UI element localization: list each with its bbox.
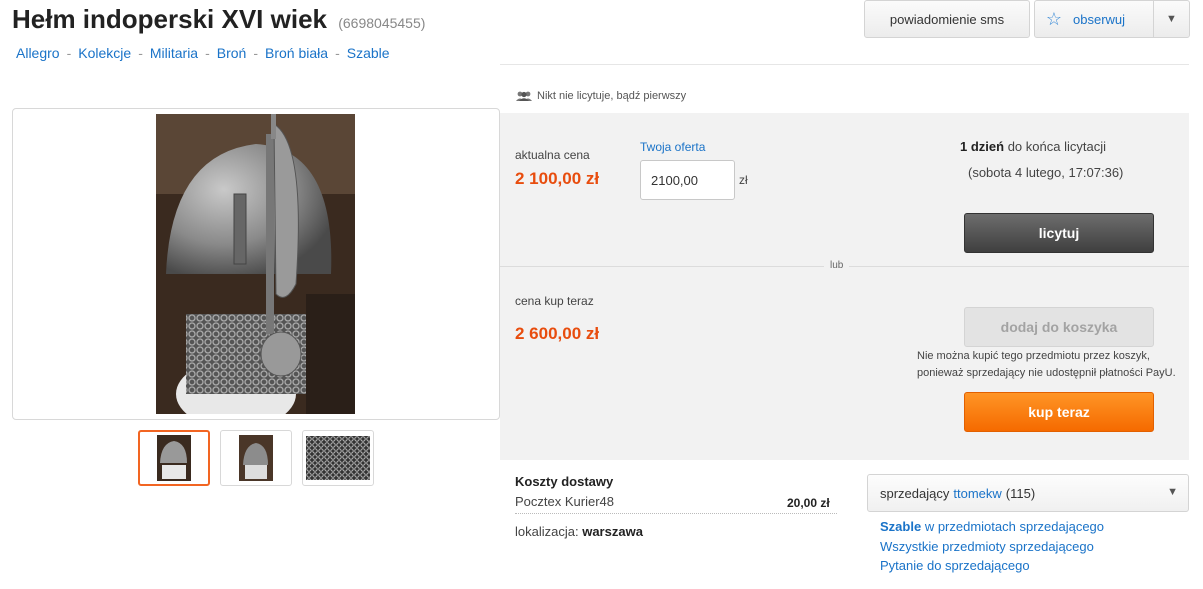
cart-note-line: ponieważ sprzedający nie udostępnił płat… xyxy=(917,367,1176,379)
seller-category-link[interactable]: Szable w przedmiotach sprzedającego xyxy=(880,519,1104,534)
seller-name-link[interactable]: ttomekw xyxy=(953,486,1001,501)
auction-end-date: (sobota 4 lutego, 17:07:36) xyxy=(968,165,1124,180)
add-to-cart-button[interactable]: dodaj do koszyka xyxy=(964,307,1154,347)
breadcrumb-item-militaria[interactable]: Militaria xyxy=(150,45,198,61)
time-left-value: 1 dzień xyxy=(960,139,1005,154)
breadcrumb-item-bron[interactable]: Broń xyxy=(217,45,247,61)
breadcrumb-item-szable[interactable]: Szable xyxy=(347,45,390,61)
breadcrumb: Allegro - Kolekcje - Militaria - Broń - Broń bia… xyxy=(16,45,390,61)
add-to-cart-label: dodaj do koszyka xyxy=(1000,319,1118,335)
thumbnail-image xyxy=(306,436,370,480)
or-separator: lub xyxy=(824,260,850,271)
delivery-title: Koszty dostawy xyxy=(515,474,614,489)
watch-button[interactable]: ☆ obserwuj ▼ xyxy=(1034,0,1190,38)
thumbnail-image xyxy=(157,435,191,481)
delivery-method: Pocztex Kurier48 xyxy=(515,494,614,509)
offer-title: Hełm indoperski XVI wiek xyxy=(12,4,327,34)
time-left: 1 dzień do końca licytacji xyxy=(960,139,1203,154)
page-title: Hełm indoperski XVI wiek (6698045455) xyxy=(12,4,425,35)
current-price-label: aktualna cena xyxy=(515,148,590,162)
seller-label: sprzedający xyxy=(880,485,950,501)
delivery-cost: 20,00 zł xyxy=(787,496,830,510)
divider xyxy=(500,64,1189,65)
ask-seller-link[interactable]: Pytanie do sprzedającego xyxy=(880,558,1030,573)
seller-dropdown[interactable]: sprzedający ttomekw (115) ▼ xyxy=(867,474,1189,512)
location-label: lokalizacja: xyxy=(515,524,579,539)
seller-rating: (115) xyxy=(1005,485,1036,501)
seller-category-text: w przedmiotach sprzedającego xyxy=(924,519,1105,534)
cart-unavailable-note: Nie można kupić tego przedmiotu przez ko… xyxy=(917,348,1176,382)
divider xyxy=(515,513,837,514)
buy-now-button[interactable]: kup teraz xyxy=(964,392,1154,432)
watch-label: obserwuj xyxy=(1073,11,1126,27)
breadcrumb-item-kolekcje[interactable]: Kolekcje xyxy=(78,45,131,61)
time-left-text: do końca licytacji xyxy=(1007,139,1106,154)
offer-id: (6698045455) xyxy=(338,15,426,31)
thumbnail-2[interactable] xyxy=(220,430,292,486)
no-bids-notice: Nikt nie licytuje, bądź pierwszy xyxy=(515,90,686,102)
seller-category-bold: Szable xyxy=(880,519,922,534)
currency-label: zł xyxy=(739,173,748,187)
bid-button[interactable]: licytuj xyxy=(964,213,1154,253)
star-icon: ☆ xyxy=(1045,8,1063,29)
thumbnail-3[interactable] xyxy=(302,430,374,486)
breadcrumb-item-allegro[interactable]: Allegro xyxy=(16,45,60,61)
seller-all-items-link[interactable]: Wszystkie przedmioty sprzedającego xyxy=(880,539,1094,554)
breadcrumb-item-bron-biala[interactable]: Broń biała xyxy=(265,45,328,61)
chevron-down-icon[interactable]: ▼ xyxy=(1153,1,1189,37)
sms-notification-button[interactable]: powiadomienie sms xyxy=(864,0,1030,38)
buy-now-label: kup teraz xyxy=(1028,404,1090,420)
bid-button-label: licytuj xyxy=(1038,225,1080,241)
cart-note-line: Nie można kupić tego przedmiotu przez ko… xyxy=(917,350,1150,362)
thumbnail-image xyxy=(239,435,273,481)
chevron-down-icon: ▼ xyxy=(1167,486,1178,498)
buy-now-price-label: cena kup teraz xyxy=(515,294,594,308)
buy-now-price: 2 600,00 zł xyxy=(515,324,600,343)
people-icon xyxy=(516,91,532,101)
sms-notification-label: powiadomienie sms xyxy=(889,11,1005,27)
current-price: 2 100,00 zł xyxy=(515,169,600,188)
main-product-image[interactable] xyxy=(156,114,355,414)
location-value: warszawa xyxy=(582,524,643,539)
location: lokalizacja: warszawa xyxy=(515,524,643,539)
no-bids-text: Nikt nie licytuje, bądź pierwszy xyxy=(537,90,687,102)
thumbnail-1[interactable] xyxy=(138,430,210,486)
your-offer-label[interactable]: Twoja oferta xyxy=(640,140,705,154)
bid-amount-input[interactable] xyxy=(640,160,735,200)
